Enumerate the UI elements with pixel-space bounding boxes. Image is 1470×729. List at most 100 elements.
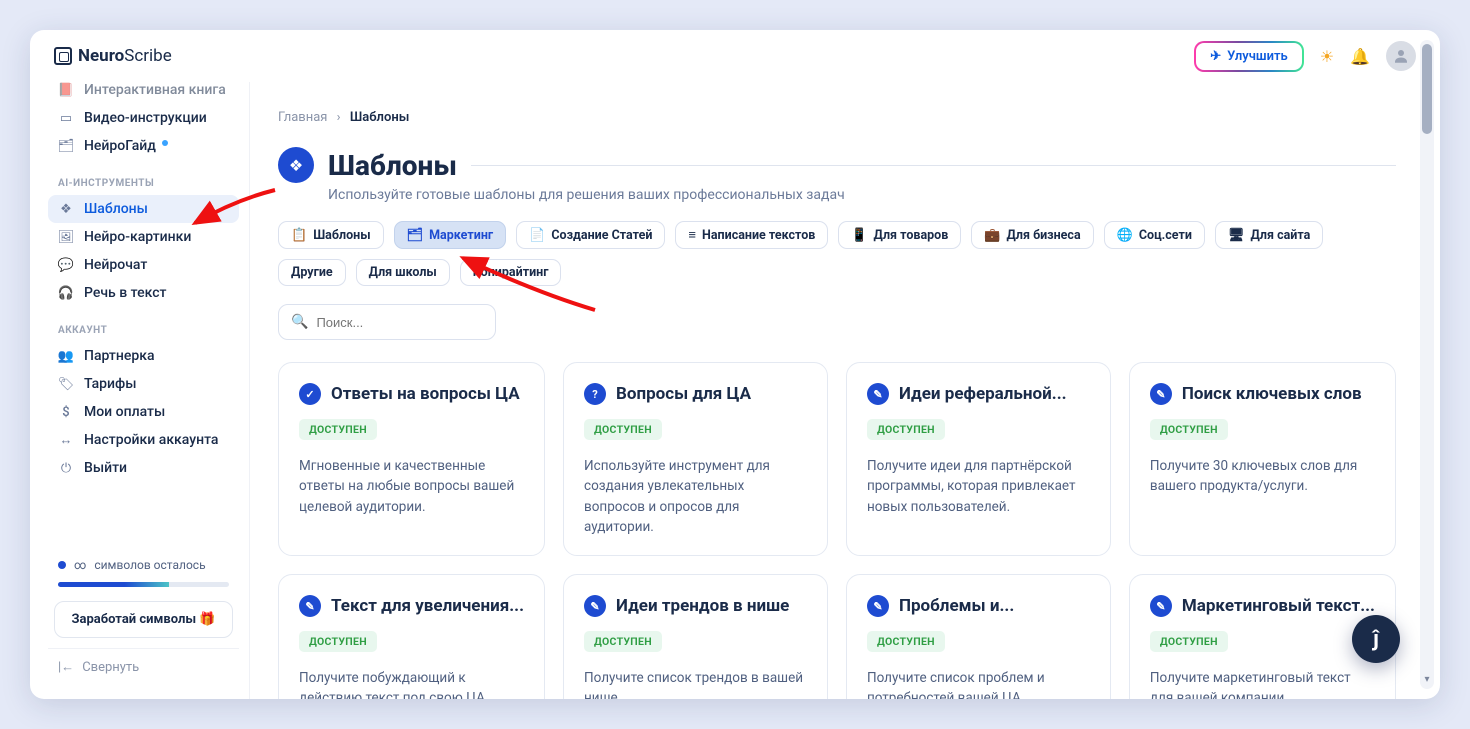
sidebar-item-icon: 💬 <box>58 257 74 273</box>
sidebar-item[interactable]: ▭Видео-инструкции <box>48 104 239 132</box>
logo-icon <box>54 47 72 65</box>
card-title: Ответы на вопросы ЦА <box>331 384 520 404</box>
chip-label: Для бизнеса <box>1006 228 1080 243</box>
sidebar-item[interactable]: 💬 Нейрочат <box>48 251 239 279</box>
chip-label: Другие <box>291 265 333 280</box>
chip-label: Для товаров <box>874 228 949 243</box>
category-chip[interactable]: Другие <box>278 259 346 286</box>
card-title: Маркетинговый текст... <box>1182 596 1375 616</box>
card-description: Получите маркетинговый текст для вашей к… <box>1150 668 1375 699</box>
sidebar-item-label: Интерактивная книга <box>84 82 226 98</box>
help-fab[interactable]: ĵ <box>1352 615 1400 663</box>
category-chip[interactable]: 💼Для бизнеса <box>971 221 1093 249</box>
sidebar-item-label: Партнерка <box>84 348 155 364</box>
category-chip[interactable]: 📄 Создание Статей <box>516 221 665 249</box>
sidebar-item[interactable]: ❖ Шаблоны <box>48 195 239 223</box>
category-chip[interactable]: 🗂Маркетинг <box>394 221 507 249</box>
app-body: 📕Интерактивная книга▭Видео-инструкции🗂Не… <box>30 82 1440 699</box>
category-chip[interactable]: Копирайтинг <box>460 259 562 286</box>
chip-label: Создание Статей <box>551 228 652 243</box>
sidebar-item-label: Выйти <box>84 460 127 476</box>
category-chip[interactable]: Для школы <box>356 259 450 286</box>
template-card[interactable]: ✎Идеи трендов в нишеДОСТУПЕНПолучите спи… <box>563 574 828 699</box>
templates-header-icon: ❖ <box>278 147 314 183</box>
symbols-remaining: ∞ символов осталось <box>48 552 239 578</box>
chip-label: Копирайтинг <box>473 265 549 280</box>
notifications-icon[interactable]: 🔔 <box>1350 47 1370 66</box>
chip-icon: 🌐 <box>1117 228 1133 243</box>
card-badge-icon: ✎ <box>1150 383 1172 405</box>
sidebar-item[interactable]: 🗂НейроГайд <box>48 132 239 160</box>
chevron-right-icon: › <box>337 110 341 125</box>
template-card[interactable]: ✓Ответы на вопросы ЦАДОСТУПЕНМгновенные … <box>278 362 545 556</box>
card-title: Текст для увеличения... <box>331 596 524 616</box>
user-icon <box>1392 47 1410 65</box>
improve-label: Улучшить <box>1227 49 1288 64</box>
header-divider <box>471 165 1396 166</box>
category-chip[interactable]: 🖥Для сайта <box>1215 221 1323 249</box>
logo[interactable]: NeuroScribe <box>54 46 172 66</box>
page-title: Шаблоны <box>328 149 457 182</box>
sidebar-item-label: Настройки аккаунта <box>84 432 218 448</box>
breadcrumb: Главная › Шаблоны <box>250 82 1396 141</box>
logo-bold: Neuro <box>78 46 124 66</box>
card-title: Вопросы для ЦА <box>616 384 751 404</box>
card-description: Получите список проблем и потребностей в… <box>867 668 1090 699</box>
earn-symbols-button[interactable]: Заработай символы 🎁 <box>54 601 233 638</box>
sidebar-item-label: Нейрочат <box>84 257 147 273</box>
search-box[interactable]: 🔍 <box>278 304 496 340</box>
scrollbar-thumb[interactable] <box>1422 44 1432 134</box>
sidebar-item[interactable]: 🖼Нейро-картинки <box>48 223 239 251</box>
breadcrumb-current: Шаблоны <box>350 110 410 125</box>
improve-button[interactable]: ✈ Улучшить <box>1194 41 1304 72</box>
search-input[interactable] <box>316 315 492 330</box>
sidebar-item-label: Видео-инструкции <box>84 110 207 126</box>
sidebar-item-icon: 🗂 <box>58 138 74 154</box>
avatar[interactable] <box>1386 41 1416 71</box>
sidebar-item[interactable]: 🏷Тарифы <box>48 370 239 398</box>
template-card[interactable]: ✎Проблемы и...ДОСТУПЕНПолучите список пр… <box>846 574 1111 699</box>
theme-toggle-icon[interactable]: ☀ <box>1320 47 1334 66</box>
sidebar-item-label: Шаблоны <box>84 201 148 217</box>
chip-icon: 📄 <box>529 228 545 243</box>
scroll-down-icon[interactable]: ▾ <box>1420 674 1434 685</box>
template-card[interactable]: ✎Поиск ключевых словДОСТУПЕНПолучите 30 … <box>1129 362 1396 556</box>
sidebar-item[interactable]: 📕 Интерактивная книга <box>48 82 239 104</box>
scrollbar[interactable]: ▾ <box>1420 40 1434 689</box>
sidebar-item-icon: $ <box>58 404 74 420</box>
app-frame: NeuroScribe ✈ Улучшить ☀ 🔔 📕 Интерактивна… <box>30 30 1440 699</box>
sidebar-item[interactable]: $ Мои оплаты <box>48 398 239 426</box>
category-chips: 📋Шаблоны 🗂Маркетинг 📄 Создание Статей ≡Напис… <box>250 221 1396 286</box>
category-chip[interactable]: 📋Шаблоны <box>278 221 384 249</box>
card-status: ДОСТУПЕН <box>299 419 377 440</box>
chip-icon: 🖥 <box>1228 228 1245 243</box>
sidebar-item[interactable]: ↔Настройки аккаунта <box>48 426 239 454</box>
sidebar-item[interactable]: ⏻Выйти <box>48 454 239 482</box>
category-chip[interactable]: 🌐Соц.сети <box>1104 221 1205 249</box>
chip-label: Написание текстов <box>702 228 815 243</box>
sidebar-item-icon: ❖ <box>58 201 74 217</box>
page-header: ❖ Шаблоны <box>250 141 1396 189</box>
sidebar-item[interactable]: 🎧Речь в текст <box>48 279 239 307</box>
sidebar-item-label: Мои оплаты <box>84 404 165 420</box>
card-title: Идеи трендов в нише <box>616 596 789 616</box>
template-card[interactable]: ✎Идеи реферальной...ДОСТУПЕНПолучите иде… <box>846 362 1111 556</box>
sidebar-item[interactable]: 👥Партнерка <box>48 342 239 370</box>
collapse-sidebar-button[interactable]: |← Свернуть <box>48 648 239 685</box>
topbar: NeuroScribe ✈ Улучшить ☀ 🔔 <box>30 30 1440 82</box>
card-description: Получите список трендов в вашей нише <box>584 668 807 699</box>
breadcrumb-home[interactable]: Главная <box>278 110 327 125</box>
template-card[interactable]: ✎Текст для увеличения...ДОСТУПЕНПолучите… <box>278 574 545 699</box>
chip-icon: 📱 <box>851 228 867 243</box>
sidebar-item-icon: 📕 <box>58 82 74 98</box>
symbols-left-label: символов осталось <box>94 558 205 572</box>
template-card[interactable]: ?Вопросы для ЦАДОСТУПЕНИспользуйте инстр… <box>563 362 828 556</box>
card-status: ДОСТУПЕН <box>867 631 945 652</box>
category-chip[interactable]: ≡Написание текстов <box>675 221 828 249</box>
card-badge-icon: ✎ <box>299 595 321 617</box>
chip-label: Маркетинг <box>429 228 493 243</box>
category-chip[interactable]: 📱 Для товаров <box>838 221 961 249</box>
card-description: Получите 30 ключевых слов для вашего про… <box>1150 456 1375 497</box>
card-badge-icon: ✎ <box>867 383 889 405</box>
collapse-label: Свернуть <box>82 660 139 675</box>
